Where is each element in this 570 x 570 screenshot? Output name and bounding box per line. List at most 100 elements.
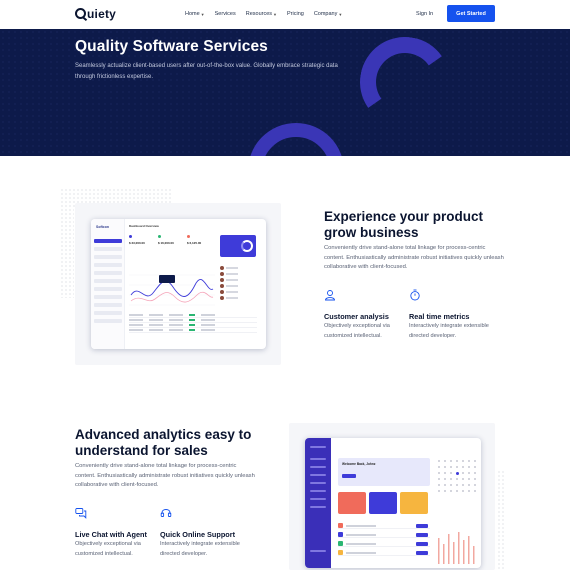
calendar-day	[444, 460, 446, 462]
chat-icon	[75, 508, 87, 519]
mockup-nav-item	[94, 311, 122, 315]
headset-icon	[160, 509, 172, 517]
calendar-day	[444, 478, 446, 480]
calendar-day	[474, 466, 476, 468]
nav-item-services[interactable]: Services	[215, 11, 236, 17]
main-menu: Home ▼ Services Resources ▼ Pricing Compan…	[185, 11, 342, 17]
nav-item-home[interactable]: Home ▼	[185, 11, 205, 17]
feature-text-online-support: Interactively integrate extensible direc…	[160, 541, 240, 557]
nav-item-pricing[interactable]: Pricing	[287, 11, 304, 17]
mockup-nav-item	[94, 295, 122, 299]
section2-title: Experience your product grow business	[324, 209, 484, 240]
hero-description: Seamlessly actualize client-based users …	[75, 63, 338, 80]
hero-title: Quality Software Services	[75, 38, 268, 55]
mockup-nav-item	[94, 287, 122, 291]
calendar-day	[462, 466, 464, 468]
calendar-day	[450, 466, 452, 468]
mockup2-welcome-banner: Welcome Back, Johnz	[338, 458, 430, 486]
mockup-nav-item	[94, 303, 122, 307]
section3-title: Advanced analytics easy to understand fo…	[75, 427, 252, 458]
mockup-table	[129, 313, 257, 333]
calendar-day	[450, 460, 452, 462]
calendar-day	[474, 478, 476, 480]
calendar-day	[450, 484, 452, 486]
mockup-nav-item	[94, 263, 122, 267]
calendar-day	[456, 478, 458, 480]
calendar-day	[462, 490, 464, 492]
calendar-day	[462, 478, 464, 480]
calendar-day	[474, 460, 476, 462]
mockup2-row	[338, 531, 430, 538]
mockup-header: Dashboard Overview	[129, 224, 159, 228]
nav-item-resources-label: Resources	[245, 11, 273, 17]
dashboard-screenshot: Softcon Dashboard Overview $ 23,000.00 $…	[91, 219, 266, 349]
nav-item-services-label: Services	[214, 11, 236, 17]
feature-title-customer-analysis: Customer analysis	[324, 312, 389, 321]
logo-text: uiety	[87, 7, 117, 21]
calendar-day	[468, 466, 470, 468]
mockup2-row	[338, 540, 430, 547]
mockup-nav-item	[94, 271, 122, 275]
mockup2-row	[338, 522, 430, 529]
mockup-logo: Softcon	[96, 225, 110, 229]
calendar-day	[456, 472, 459, 475]
calendar-day	[444, 466, 446, 468]
nav-item-pricing-label: Pricing	[287, 11, 304, 17]
calendar-day	[468, 472, 470, 474]
mockup-member-list	[220, 265, 260, 301]
calendar-day	[456, 460, 458, 462]
calendar-day	[462, 472, 464, 474]
chevron-down-icon: ▼	[200, 11, 205, 17]
mockup-sidebar: Softcon	[91, 219, 125, 349]
calendar-day	[474, 490, 476, 492]
calendar-day	[474, 484, 476, 486]
mockup-nav-item	[94, 255, 122, 259]
dot-pattern-decoration	[497, 470, 505, 570]
calendar-day	[462, 460, 464, 462]
mockup2-tile	[369, 492, 397, 514]
chevron-down-icon: ▼	[273, 11, 277, 17]
calendar-day	[438, 490, 440, 492]
dot-pattern-decoration	[60, 188, 74, 298]
calendar-day	[450, 490, 452, 492]
get-started-button[interactable]: Get Started	[447, 5, 495, 22]
feature-title-online-support: Quick Online Support	[160, 530, 235, 539]
mockup-line-chart	[129, 274, 215, 306]
mockup2-calendar	[436, 454, 478, 494]
calendar-day	[456, 466, 458, 468]
chevron-down-icon: ▼	[338, 11, 343, 17]
feature-text-customer-analysis: Objectively exceptional via customized i…	[324, 323, 390, 339]
calendar-day	[474, 472, 476, 474]
calendar-day	[438, 484, 440, 486]
sign-in-link[interactable]: Sign In	[416, 11, 433, 17]
nav-item-home-label: Home	[185, 11, 200, 17]
feature-title-real-time-metrics: Real time metrics	[409, 312, 470, 321]
calendar-day	[462, 484, 464, 486]
mockup-nav-item	[94, 247, 122, 251]
calendar-day	[450, 478, 452, 480]
calendar-day	[468, 478, 470, 480]
mockup-stat-card: $ 16,000.00	[158, 235, 182, 249]
calendar-day	[468, 460, 470, 462]
site-logo[interactable]: uiety	[75, 7, 116, 21]
mockup2-tile	[338, 492, 366, 514]
nav-item-company-label: Company	[313, 11, 338, 17]
mockup2-bar-chart	[438, 532, 475, 564]
calendar-day	[438, 472, 440, 474]
feature-text-real-time-metrics: Interactively integrate extensible direc…	[409, 323, 489, 339]
mockup-progress-card	[220, 235, 256, 257]
nav-item-company[interactable]: Company ▼	[314, 11, 343, 17]
top-navigation: uiety Home ▼ Services Resources ▼ Pricing …	[0, 0, 570, 29]
feature-text-live-chat: Objectively exceptional via customized i…	[75, 541, 141, 557]
calendar-day	[438, 460, 440, 462]
mockup2-row	[338, 549, 430, 556]
mockup-stat-card: $ 23,000.00	[129, 235, 153, 249]
stopwatch-icon	[410, 289, 420, 301]
nav-item-resources[interactable]: Resources ▼	[246, 11, 277, 17]
mockup2-tile	[400, 492, 428, 514]
feature-title-live-chat: Live Chat with Agent	[75, 530, 147, 539]
calendar-day	[450, 472, 452, 474]
mockup2-sidebar	[305, 438, 331, 568]
user-icon	[325, 290, 335, 301]
calendar-day	[444, 490, 446, 492]
